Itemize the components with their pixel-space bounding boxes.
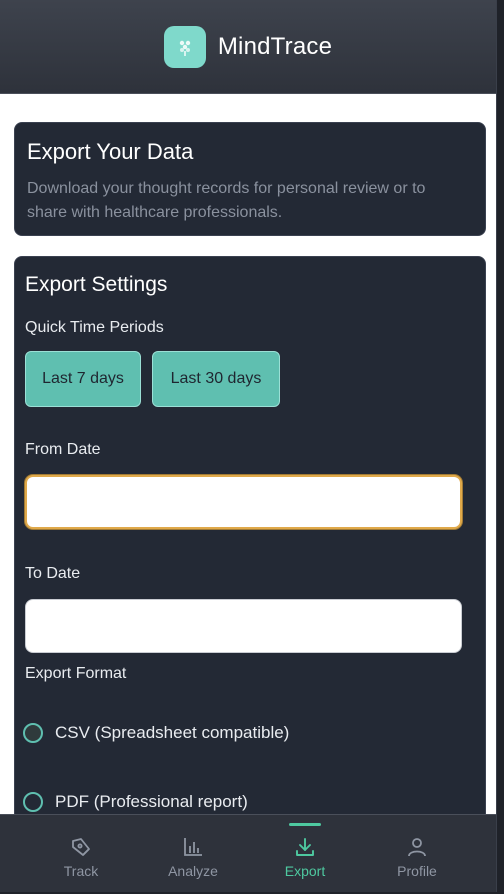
tab-profile-label: Profile [397,863,437,879]
tab-analyze-label: Analyze [168,863,218,879]
tab-track-label: Track [63,863,99,879]
settings-title: Export Settings [25,273,168,296]
export-format-label: Export Format [25,665,127,682]
brain-logo-icon [163,25,206,68]
format-option-csv[interactable]: CSV (Spreadsheet compatible) [23,723,289,743]
app-title: MindTrace [217,32,333,60]
tab-analyze[interactable]: Analyze [143,815,243,892]
format-option-pdf[interactable]: PDF (Professional report) [23,792,248,812]
from-date-label: From Date [25,441,101,458]
radio-csv[interactable] [23,723,43,743]
user-icon [405,835,429,859]
tab-export[interactable]: Export [255,815,355,892]
pen-icon [69,835,93,859]
intro-description: Download your thought records for person… [27,180,426,221]
tab-profile[interactable]: Profile [367,815,467,892]
format-pdf-label: PDF (Professional report) [55,792,248,811]
format-csv-label: CSV (Spreadsheet compatible) [55,723,290,742]
intro-title: Export Your Data [27,139,194,164]
from-date-input[interactable] [25,475,462,529]
to-date-input[interactable] [25,599,462,653]
export-settings-card: Export Settings Quick Time Periods Last … [14,256,486,878]
main-content: Export Your Data Download your thought r… [0,94,496,878]
tab-export-label: Export [284,863,326,879]
active-tab-indicator [289,823,321,826]
last-7-days-button[interactable]: Last 7 days [25,351,141,407]
radio-pdf[interactable] [23,792,43,812]
app-frame: MindTrace Export Your Data Download your… [0,0,497,892]
app-header: MindTrace [0,0,496,94]
intro-card: Export Your Data Download your thought r… [14,122,486,236]
tab-track[interactable]: Track [31,815,131,892]
quick-periods-label: Quick Time Periods [25,319,164,336]
bar-chart-icon [181,835,205,859]
to-date-label: To Date [25,565,81,582]
last-30-days-button[interactable]: Last 30 days [152,351,280,407]
download-icon [293,835,317,859]
bottom-tab-bar: Track Analyze Export Profile [0,814,496,892]
